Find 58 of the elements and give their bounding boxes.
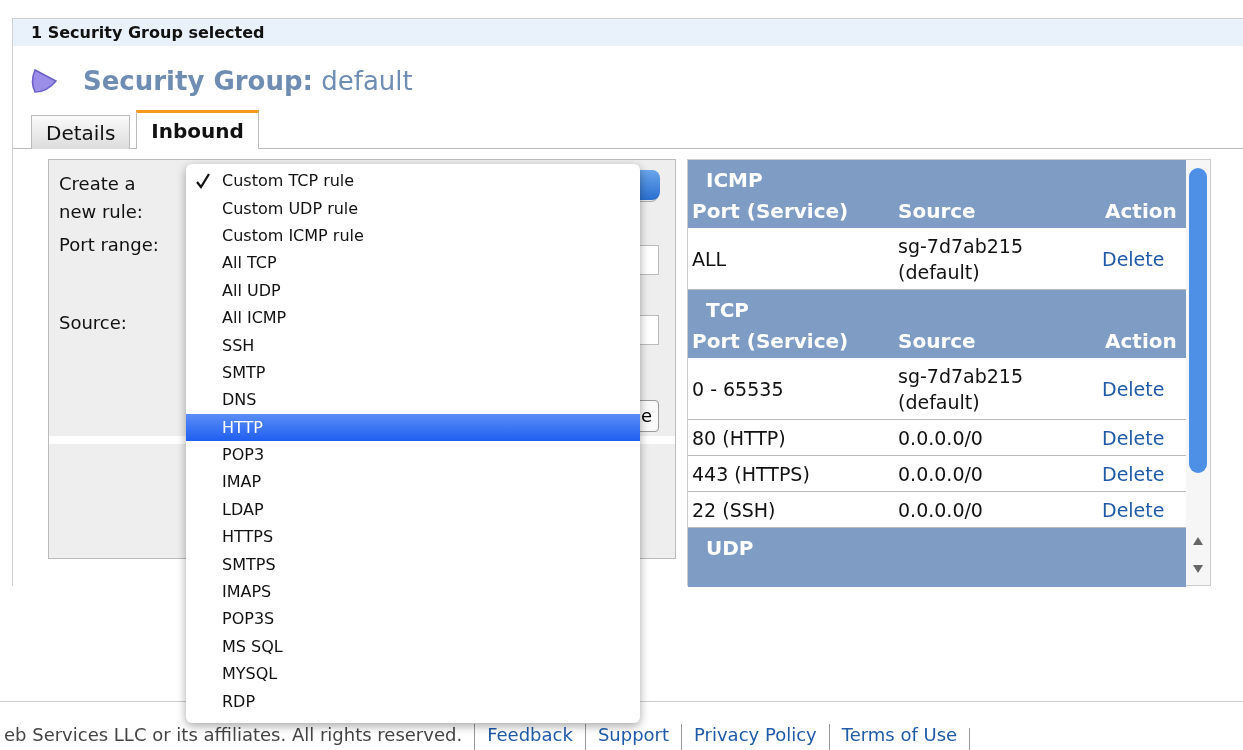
column-header: Action bbox=[1104, 198, 1178, 223]
menu-item[interactable]: MS SQL bbox=[186, 632, 640, 661]
menu-item[interactable]: DNS bbox=[186, 386, 640, 414]
source-cell-text: 0.0.0.0/0 bbox=[897, 497, 984, 523]
column-header: Source bbox=[897, 328, 977, 353]
menu-item[interactable]: All TCP bbox=[186, 249, 640, 277]
source-cell-text: 0.0.0.0/0 bbox=[897, 461, 984, 487]
port-cell-text: 443 (HTTPS) bbox=[691, 461, 811, 487]
menu-item[interactable]: Custom TCP rule bbox=[186, 167, 640, 195]
protocol-header: UDP bbox=[688, 528, 1186, 562]
menu-item[interactable]: All UDP bbox=[186, 276, 640, 304]
source-cell-text: sg-7d7ab215 (default) bbox=[897, 233, 1025, 285]
field-label: Source: bbox=[59, 311, 128, 335]
menu-item[interactable]: Custom UDP rule bbox=[186, 194, 640, 222]
delete-link[interactable]: Delete bbox=[1101, 462, 1165, 485]
delete-link[interactable]: Delete bbox=[1101, 247, 1165, 270]
port-cell-text: 80 (HTTP) bbox=[691, 425, 787, 451]
menu-item[interactable]: RDP bbox=[186, 687, 640, 715]
selection-status: 1 Security Group selected bbox=[13, 19, 1243, 46]
delete-link[interactable]: Delete bbox=[1101, 377, 1165, 400]
menu-item[interactable]: POP3S bbox=[186, 605, 640, 633]
footer-link[interactable]: Privacy Policy bbox=[681, 724, 829, 750]
menu-item[interactable]: SMTPS bbox=[186, 550, 640, 578]
port-cell-text: ALL bbox=[691, 246, 728, 272]
footer-link[interactable]: Terms of Use bbox=[828, 724, 970, 750]
tab[interactable]: Details bbox=[31, 115, 131, 149]
source-cell-text: 0.0.0.0/0 bbox=[897, 425, 984, 451]
column-header: Action bbox=[1104, 328, 1178, 353]
menu-item[interactable]: SMTP bbox=[186, 358, 640, 387]
menu-item[interactable]: HTTPS bbox=[186, 523, 640, 551]
delete-link[interactable]: Delete bbox=[1101, 498, 1165, 521]
field-label: Port range: bbox=[59, 232, 160, 257]
menu-item[interactable]: IMAPS bbox=[186, 577, 640, 606]
menu-item[interactable]: Custom ICMP rule bbox=[186, 221, 640, 250]
footer-link[interactable]: Feedback bbox=[474, 724, 585, 750]
menu-item[interactable]: MYSQL bbox=[186, 660, 640, 688]
menu-item[interactable]: All ICMP bbox=[186, 303, 640, 332]
menu-item[interactable]: HTTP bbox=[186, 413, 640, 441]
menu-item[interactable]: SSH bbox=[186, 331, 640, 359]
column-header: Source bbox=[897, 198, 977, 223]
menu-item[interactable]: IMAP bbox=[186, 468, 640, 496]
port-cell-text: 22 (SSH) bbox=[691, 497, 777, 523]
menu-item[interactable]: LDAP bbox=[186, 495, 640, 524]
tab[interactable]: Inbound bbox=[136, 110, 259, 149]
protocol-header: TCP bbox=[688, 290, 1186, 324]
column-header: Port (Service) bbox=[691, 198, 850, 223]
column-header: Port (Service) bbox=[691, 328, 850, 353]
source-cell-text: sg-7d7ab215 (default) bbox=[897, 363, 1025, 415]
copyright-text: eb Services LLC or its affiliates. All rights reserved. bbox=[3, 724, 464, 747]
scrollbar-drawing[interactable] bbox=[1186, 160, 1210, 585]
port-cell-text: 0 - 65535 bbox=[691, 376, 785, 402]
protocol-header: ICMP bbox=[688, 160, 1186, 194]
delete-link[interactable]: Delete bbox=[1101, 426, 1165, 449]
page-title: Security Group: default bbox=[83, 66, 413, 96]
menu-item[interactable]: POP3 bbox=[186, 440, 640, 469]
field-label: Create a new rule: bbox=[59, 172, 144, 224]
shield-icon bbox=[29, 68, 59, 94]
footer-link[interactable]: Support bbox=[584, 724, 682, 750]
